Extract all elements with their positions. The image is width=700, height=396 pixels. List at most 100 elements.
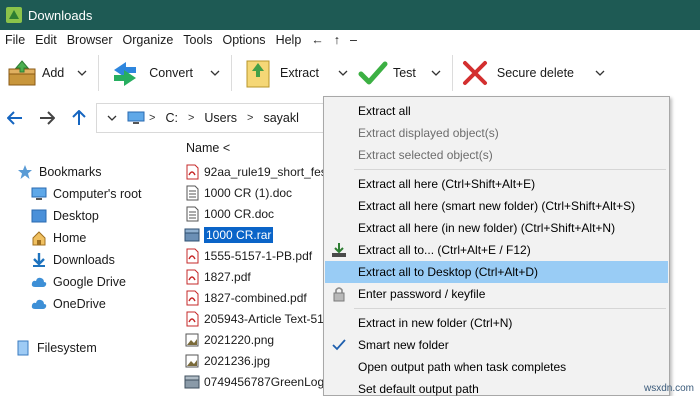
sidebar-item-google-drive[interactable]: Google Drive (30, 271, 126, 293)
test-label: Test (392, 66, 416, 80)
sidebar-item-label: Google Drive (53, 275, 126, 289)
extract-label: Extract (280, 66, 319, 80)
file-row[interactable]: 0749456787GreenLogis (184, 371, 333, 392)
file-name: 205943-Article Text-51 (204, 311, 324, 326)
secure-delete-button[interactable]: Secure delete (459, 50, 574, 96)
menu-extract-in-new-folder[interactable]: Extract in new folder (Ctrl+N) (325, 312, 668, 334)
menu-item-label: Extract all (358, 104, 411, 118)
menu-item-label: Extract selected object(s) (358, 148, 493, 162)
menu-extract-here-new-folder[interactable]: Extract all here (in new folder) (Ctrl+S… (325, 217, 668, 239)
file-name: 0749456787GreenLogis (204, 374, 333, 389)
add-button[interactable]: Add (6, 50, 64, 96)
app-logo-icon (6, 7, 22, 23)
file-name: 1827-combined.pdf (204, 290, 307, 305)
file-row[interactable]: 1555-5157-1-PB.pdf (184, 245, 312, 266)
sidebar-item-onedrive[interactable]: OneDrive (30, 293, 106, 315)
toolbar: Add Convert Extract Test Secure delete (0, 50, 700, 96)
menu-item-label: Extract all here (Ctrl+Shift+Alt+E) (358, 177, 536, 191)
test-button[interactable]: Test (357, 50, 416, 96)
pdf-file-icon (184, 163, 200, 181)
sidebar-item-computers-root[interactable]: Computer's root (30, 183, 142, 205)
breadcrumb-drive[interactable]: C: (159, 111, 184, 125)
breadcrumb-user[interactable]: sayakl (257, 111, 304, 125)
checkmark-icon (357, 57, 389, 89)
file-row[interactable]: 1827.pdf (184, 266, 251, 287)
menu-item-label: Set default output path (358, 382, 479, 396)
chevron-down-icon (210, 70, 220, 76)
menu-open-output-path[interactable]: Open output path when task completes (325, 356, 668, 378)
menu-extract-displayed[interactable]: Extract displayed object(s) (325, 122, 668, 144)
sidebar-item-bookmarks[interactable]: Bookmarks (16, 161, 102, 183)
breadcrumb-users[interactable]: Users (198, 111, 243, 125)
extract-button[interactable]: Extract (242, 50, 319, 96)
file-name: 1555-5157-1-PB.pdf (204, 248, 313, 263)
file-row[interactable]: 1000 CR (1).doc (184, 182, 292, 203)
pdf-file-icon (184, 268, 200, 286)
file-name: 1000 CR.doc (204, 206, 275, 221)
checkmark-icon (329, 335, 349, 355)
menu-options[interactable]: Options (217, 30, 270, 50)
sidebar-item-label: OneDrive (53, 297, 106, 311)
menu-extract-to-desktop[interactable]: Extract all to Desktop (Ctrl+Alt+D) (325, 261, 668, 283)
extract-dropdown[interactable] (333, 50, 353, 96)
convert-arrows-icon (109, 57, 141, 89)
menu-extract-here[interactable]: Extract all here (Ctrl+Shift+Alt+E) (325, 173, 668, 195)
sidebar-item-label: Desktop (53, 209, 99, 223)
menu-minimize[interactable]: – (345, 30, 362, 50)
sidebar-item-filesystem[interactable]: Filesystem (14, 337, 97, 359)
chevron-down-icon (431, 70, 441, 76)
image-file-icon (184, 352, 200, 370)
convert-button[interactable]: Convert (109, 50, 193, 96)
secure-delete-dropdown[interactable] (590, 50, 610, 96)
menu-item-label: Extract displayed object(s) (358, 126, 499, 140)
archive-file-icon (184, 373, 200, 391)
column-header-name[interactable]: Name < (186, 141, 230, 159)
file-row-selected[interactable]: 1000 CR.rar (184, 224, 274, 245)
file-row[interactable]: 1827-combined.pdf (184, 287, 307, 308)
menu-up-arrow[interactable]: ↑ (329, 30, 345, 50)
computer-icon (127, 111, 145, 124)
file-row[interactable]: 1000 CR.doc (184, 203, 274, 224)
menu-extract-selected[interactable]: Extract selected object(s) (325, 144, 668, 166)
menu-file[interactable]: File (0, 30, 30, 50)
arrow-left-icon (7, 111, 22, 125)
add-label: Add (42, 66, 65, 80)
file-row[interactable]: 2021236.jpg (184, 350, 270, 371)
file-row[interactable]: 92aa_rule19_short_fest (184, 161, 330, 182)
menu-organize[interactable]: Organize (118, 30, 179, 50)
image-file-icon (184, 331, 200, 349)
convert-dropdown[interactable] (205, 50, 225, 96)
menu-set-default-output[interactable]: Set default output path (325, 378, 668, 396)
lock-icon (329, 284, 349, 304)
menu-extract-here-smart[interactable]: Extract all here (smart new folder) (Ctr… (325, 195, 668, 217)
sidebar-item-downloads[interactable]: Downloads (30, 249, 115, 271)
arrow-up-icon (72, 110, 86, 125)
menu-extract-to[interactable]: Extract all to... (Ctrl+Alt+E / F12) (325, 239, 668, 261)
menu-back-arrow[interactable]: ← (306, 30, 329, 50)
test-dropdown[interactable] (426, 50, 446, 96)
address-bar[interactable]: > C: > Users > sayakl (96, 103, 336, 133)
convert-label: Convert (149, 66, 194, 80)
menu-smart-new-folder[interactable]: Smart new folder (325, 334, 668, 356)
doc-file-icon (184, 184, 200, 202)
extract-context-menu: Extract all Extract displayed object(s) … (323, 96, 670, 396)
file-row[interactable]: 205943-Article Text-51 (184, 308, 324, 329)
sidebar-item-desktop[interactable]: Desktop (30, 205, 99, 227)
drive-icon (14, 339, 32, 357)
menu-browser[interactable]: Browser (62, 30, 118, 50)
file-row[interactable]: 2021220.png (184, 329, 274, 350)
toolbar-divider (98, 55, 100, 91)
sidebar-item-home[interactable]: Home (30, 227, 86, 249)
forward-button[interactable] (32, 103, 62, 133)
breadcrumb-separator: > (149, 112, 156, 124)
menu-help[interactable]: Help (271, 30, 307, 50)
chevron-down-icon[interactable] (107, 115, 117, 121)
add-dropdown[interactable] (72, 50, 92, 96)
menu-extract-all[interactable]: Extract all (325, 100, 668, 122)
menu-item-label: Smart new folder (358, 338, 449, 352)
up-button[interactable] (64, 103, 94, 133)
menu-edit[interactable]: Edit (30, 30, 62, 50)
menu-enter-password[interactable]: Enter password / keyfile (325, 283, 668, 305)
back-button[interactable] (0, 103, 30, 133)
menu-tools[interactable]: Tools (178, 30, 217, 50)
